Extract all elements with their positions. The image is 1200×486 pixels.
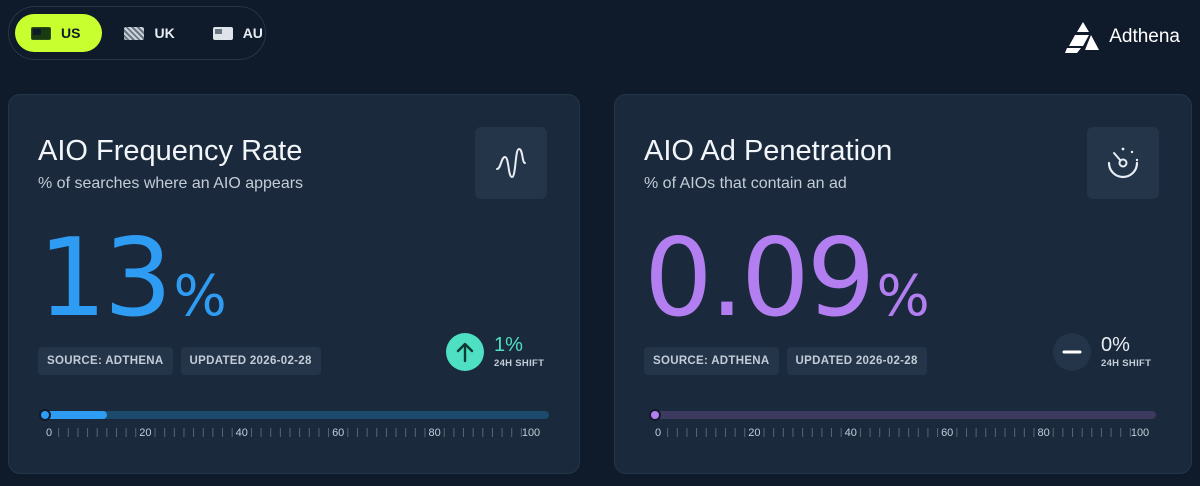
card-subtitle: % of searches where an AIO appears [38, 175, 304, 192]
region-label-us: US [61, 25, 81, 41]
progress-scale: 0 20 40 60 80 100 [654, 423, 1150, 443]
metric-number: 0.09 [644, 216, 875, 341]
progress-knob [39, 409, 51, 421]
scale-label: 20 [748, 427, 761, 439]
shift-label: 24H SHIFT [494, 358, 545, 369]
scale-label: 20 [139, 427, 152, 439]
progress-knob [649, 409, 661, 421]
gauge-dial-icon [1087, 127, 1159, 199]
scale-ticks [667, 428, 1131, 437]
shift-label: 24H SHIFT [1101, 358, 1152, 369]
scale-label: 40 [844, 427, 857, 439]
card-title: AIO Frequency Rate [38, 135, 303, 167]
metric-unit: % [173, 264, 227, 329]
progress-scale: 0 20 40 60 80 100 [45, 423, 541, 443]
scale-ticks [58, 428, 522, 437]
shift-value: 0% [1101, 334, 1130, 356]
card-title: AIO Ad Penetration [644, 135, 893, 167]
metric-value: 0.09% [644, 225, 930, 333]
brand-logo[interactable]: Adthena [1065, 20, 1180, 54]
region-button-us[interactable]: US [15, 14, 103, 52]
aio-ad-penetration-card: AIO Ad Penetration % of AIOs that contai… [614, 94, 1192, 474]
waveform-icon [475, 127, 547, 199]
metadata-tags: SOURCE: ADTHENA UPDATED 2026-02-28 [38, 347, 321, 375]
uk-flag-icon [124, 26, 145, 40]
dash-icon [1053, 333, 1091, 371]
card-subtitle: % of AIOs that contain an ad [644, 175, 847, 192]
scale-label: 40 [235, 427, 248, 439]
region-label-au: AU [242, 25, 263, 41]
region-button-uk[interactable]: UK [108, 14, 190, 52]
metric-number: 13 [38, 216, 172, 341]
shift-value: 1% [494, 334, 523, 356]
updated-tag: UPDATED 2026-02-28 [180, 347, 321, 375]
progress-track [39, 409, 549, 421]
metadata-tags: SOURCE: ADTHENA UPDATED 2026-02-28 [644, 347, 927, 375]
source-tag: SOURCE: ADTHENA [644, 347, 779, 375]
aio-frequency-card: AIO Frequency Rate % of searches where a… [8, 94, 580, 474]
scale-label: 80 [428, 427, 441, 439]
scale-label: 80 [1037, 427, 1050, 439]
progress-track [649, 409, 1156, 421]
arrow-up-icon [446, 333, 484, 371]
region-switcher: US UK AU [8, 6, 266, 60]
metric-unit: % [876, 264, 930, 329]
scale-label: 100 [521, 427, 541, 439]
source-tag: SOURCE: ADTHENA [38, 347, 173, 375]
scale-label: 60 [332, 427, 345, 439]
scale-label: 60 [941, 427, 954, 439]
shift-indicator: 1% 24H SHIFT [446, 333, 544, 371]
logo-text: Adthena [1109, 26, 1180, 47]
adthena-logo-icon [1065, 22, 1100, 53]
scale-label: 100 [1130, 427, 1150, 439]
au-flag-icon [212, 26, 233, 40]
scale-label: 0 [654, 427, 662, 439]
updated-tag: UPDATED 2026-02-28 [786, 347, 927, 375]
metric-value: 13% [38, 225, 227, 333]
scale-label: 0 [45, 427, 53, 439]
region-button-au[interactable]: AU [197, 14, 279, 52]
us-flag-icon [31, 26, 51, 40]
shift-indicator: 0% 24H SHIFT [1053, 333, 1151, 371]
region-label-uk: UK [154, 25, 175, 41]
